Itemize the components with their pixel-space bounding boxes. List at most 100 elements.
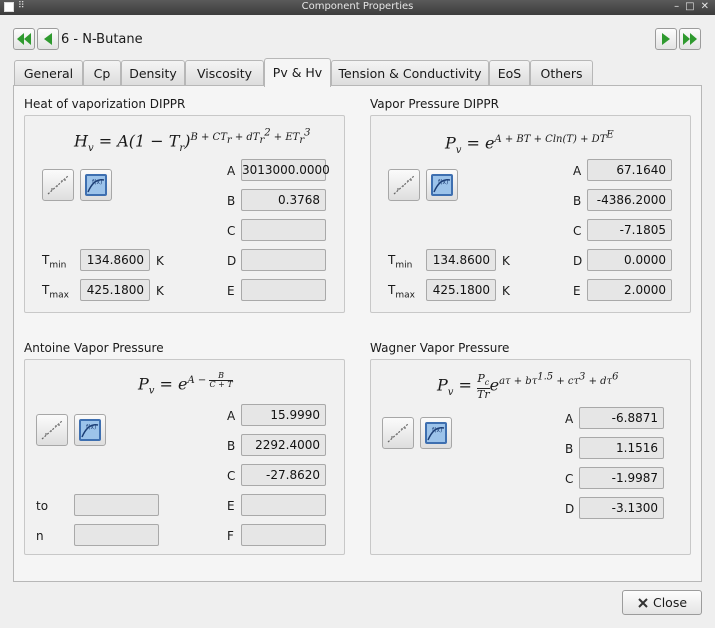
antoine-e-label: E xyxy=(227,499,235,513)
tab-pv-hv[interactable]: Pv & Hv xyxy=(264,58,331,87)
vapor-dippr-a-field[interactable]: 67.1640 xyxy=(587,159,672,181)
antoine-title: Antoine Vapor Pressure xyxy=(24,341,164,355)
close-window-icon[interactable]: ✕ xyxy=(701,1,709,12)
tab-others[interactable]: Others xyxy=(530,60,593,86)
wagner-c-label: C xyxy=(565,472,574,486)
function-plot-icon: f(x) xyxy=(79,419,101,441)
minimize-icon[interactable]: – xyxy=(674,1,679,12)
maximize-icon[interactable]: □ xyxy=(685,1,694,12)
antoine-n-label: n xyxy=(36,529,44,543)
next-component-button[interactable] xyxy=(655,28,677,50)
first-component-button[interactable] xyxy=(13,28,35,50)
heat-vap-tmin-field[interactable]: 134.8600 xyxy=(80,249,150,271)
svg-text:f(x): f(x) xyxy=(92,179,102,186)
double-arrow-right-icon xyxy=(683,33,697,45)
curve-fit-icon xyxy=(41,420,63,440)
vapor-dippr-b-label: B xyxy=(573,194,582,208)
antoine-b-field[interactable]: 2292.4000 xyxy=(241,434,326,456)
wagner-formula: Pv = Pc Tr eaτ + bτ1.5 + cτ3 + dτ6 xyxy=(437,371,619,401)
heat-vap-fit-button[interactable] xyxy=(42,169,74,201)
antoine-c-field[interactable]: -27.8620 xyxy=(241,464,326,486)
antoine-plot-button[interactable]: f(x) xyxy=(74,414,106,446)
last-component-button[interactable] xyxy=(679,28,701,50)
heat-vap-a-field[interactable]: 3013000.0000 xyxy=(241,159,330,181)
arrow-right-icon xyxy=(662,33,670,45)
wagner-title: Wagner Vapor Pressure xyxy=(370,341,510,355)
antoine-f-label: F xyxy=(227,529,234,543)
close-button[interactable]: Close xyxy=(622,590,702,615)
vapor-dippr-title: Vapor Pressure DIPPR xyxy=(370,97,499,111)
tab-general[interactable]: General xyxy=(14,60,83,86)
heat-vap-formula: Hv = A(1 − Tr)B + CTr + dTr2 + ETr3 xyxy=(74,128,311,154)
heat-vap-d-label: D xyxy=(227,254,237,268)
heat-vap-e-field[interactable] xyxy=(241,279,326,301)
svg-text:f(x): f(x) xyxy=(432,427,442,434)
double-arrow-left-icon xyxy=(17,33,31,45)
tab-density[interactable]: Density xyxy=(121,60,185,86)
tab-eos[interactable]: EoS xyxy=(489,60,530,86)
heat-vap-tmax-field[interactable]: 425.1800 xyxy=(80,279,150,301)
heat-vap-plot-button[interactable]: f(x) xyxy=(80,169,112,201)
heat-vap-tmax-unit: K xyxy=(156,284,164,298)
close-button-label: Close xyxy=(652,595,688,610)
antoine-e-field[interactable] xyxy=(241,494,326,516)
antoine-to-field[interactable] xyxy=(74,494,159,516)
title-bar[interactable]: ⠿ Component Properties – □ ✕ xyxy=(0,0,715,15)
close-x-icon xyxy=(638,597,648,608)
vapor-dippr-d-field[interactable]: 0.0000 xyxy=(587,249,672,271)
heat-vap-c-field[interactable] xyxy=(241,219,326,241)
vapor-dippr-plot-button[interactable]: f(x) xyxy=(426,169,458,201)
heat-vap-c-label: C xyxy=(227,224,236,238)
vapor-dippr-c-field[interactable]: -7.1805 xyxy=(587,219,672,241)
heat-vap-e-label: E xyxy=(227,284,235,298)
antoine-to-label: to xyxy=(36,499,49,513)
vapor-dippr-tmin-label: Tmin xyxy=(388,253,413,271)
vapor-dippr-b-field[interactable]: -4386.2000 xyxy=(587,189,672,211)
heat-vap-tmax-label: Tmax xyxy=(42,283,69,301)
vapor-dippr-formula: Pv = eA + BT + Cln(T) + DTE xyxy=(445,130,614,156)
curve-fit-icon xyxy=(393,175,415,195)
antoine-fit-button[interactable] xyxy=(36,414,68,446)
antoine-a-label: A xyxy=(227,409,236,423)
wagner-a-label: A xyxy=(565,412,574,426)
svg-text:f(x): f(x) xyxy=(86,424,96,431)
wagner-b-field[interactable]: 1.1516 xyxy=(579,437,664,459)
vapor-dippr-tmax-field[interactable]: 425.1800 xyxy=(426,279,496,301)
wagner-c-field[interactable]: -1.9987 xyxy=(579,467,664,489)
antoine-c-label: C xyxy=(227,469,236,483)
wagner-fit-button[interactable] xyxy=(382,417,414,449)
function-plot-icon: f(x) xyxy=(85,174,107,196)
antoine-b-label: B xyxy=(227,439,236,453)
wagner-d-field[interactable]: -3.1300 xyxy=(579,497,664,519)
tab-cp[interactable]: Cp xyxy=(83,60,121,86)
heat-vap-a-label: A xyxy=(227,164,236,178)
tab-tension-conductivity[interactable]: Tension & Conductivity xyxy=(331,60,489,86)
window-title: Component Properties xyxy=(301,1,414,12)
heat-vap-d-field[interactable] xyxy=(241,249,326,271)
vapor-dippr-e-field[interactable]: 2.0000 xyxy=(587,279,672,301)
function-plot-icon: f(x) xyxy=(431,174,453,196)
vapor-dippr-c-label: C xyxy=(573,224,582,238)
curve-fit-icon xyxy=(47,175,69,195)
antoine-formula: Pv = eA − BC + T xyxy=(138,371,233,397)
wagner-plot-button[interactable]: f(x) xyxy=(420,417,452,449)
vapor-dippr-tmin-unit: K xyxy=(502,254,510,268)
vapor-dippr-tmax-label: Tmax xyxy=(388,283,415,301)
heat-vap-b-field[interactable]: 0.3768 xyxy=(241,189,326,211)
vapor-dippr-a-label: A xyxy=(573,164,582,178)
heat-vap-tmin-label: Tmin xyxy=(42,253,67,271)
antoine-a-field[interactable]: 15.9990 xyxy=(241,404,326,426)
wagner-d-label: D xyxy=(565,502,575,516)
vapor-dippr-tmin-field[interactable]: 134.8600 xyxy=(426,249,496,271)
wagner-b-label: B xyxy=(565,442,574,456)
tab-viscosity[interactable]: Viscosity xyxy=(185,60,264,86)
antoine-n-field[interactable] xyxy=(74,524,159,546)
vapor-dippr-fit-button[interactable] xyxy=(388,169,420,201)
previous-component-button[interactable] xyxy=(37,28,59,50)
arrow-left-icon xyxy=(44,33,52,45)
wagner-a-field[interactable]: -6.8871 xyxy=(579,407,664,429)
vapor-dippr-e-label: E xyxy=(573,284,581,298)
heat-vap-tmin-unit: K xyxy=(156,254,164,268)
vapor-dippr-d-label: D xyxy=(573,254,583,268)
antoine-f-field[interactable] xyxy=(241,524,326,546)
